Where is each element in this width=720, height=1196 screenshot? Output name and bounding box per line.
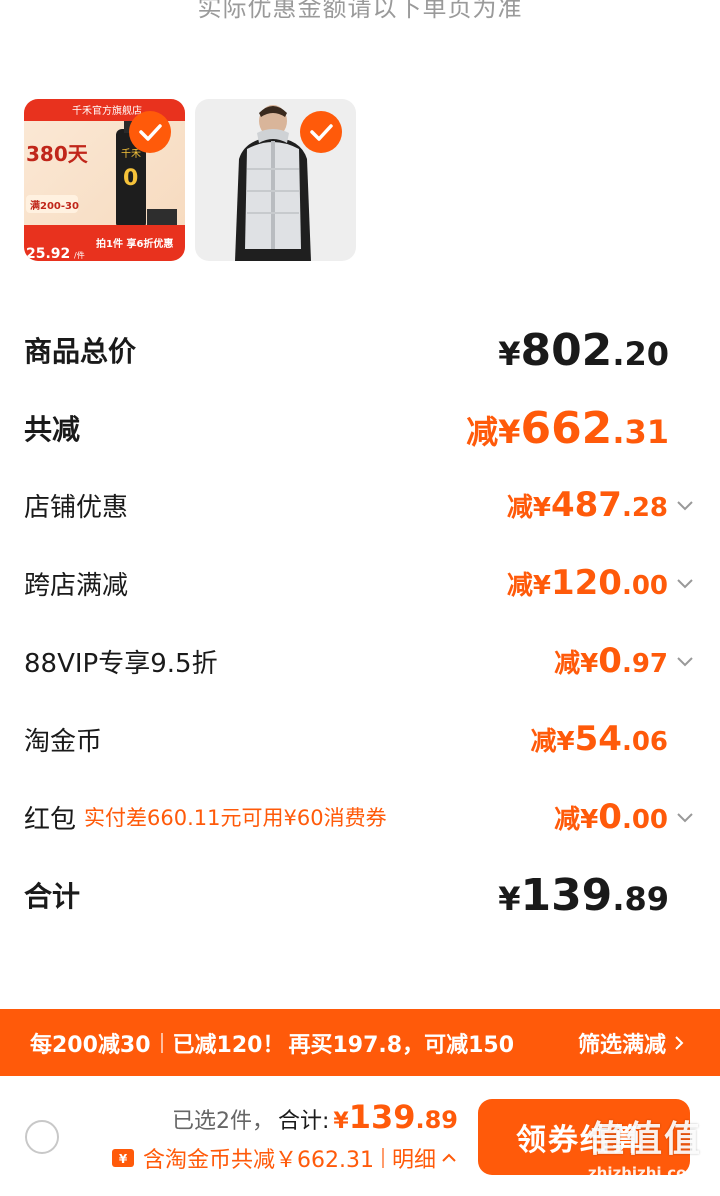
amount-decimal: .00 bbox=[621, 571, 668, 601]
product-thumb-qianhe[interactable]: 千禾官方旗舰店 380天 千禾 0 满200-30 25.92 /件 拍1件 享… bbox=[24, 99, 185, 261]
taojinbi-label: 淘金币 bbox=[24, 726, 103, 757]
currency-symbol: ¥ bbox=[333, 1109, 349, 1134]
amount-integer: 487 bbox=[550, 485, 622, 525]
divider bbox=[160, 1032, 163, 1053]
taojinbi-value: 减¥ 54 .06 bbox=[531, 719, 668, 759]
red-packet-label: 红包 bbox=[24, 804, 77, 835]
image-price-text: 25.92 bbox=[26, 246, 70, 261]
zero-text: 0 bbox=[123, 166, 138, 191]
discount-prefix: 减¥ bbox=[506, 493, 551, 523]
discount-prefix: 减¥ bbox=[554, 649, 599, 679]
currency-symbol: ¥ bbox=[498, 334, 521, 373]
total-decimal: .89 bbox=[415, 1106, 458, 1134]
discount-prefix: 减¥ bbox=[506, 571, 551, 601]
product-thumb-vest[interactable] bbox=[195, 99, 356, 261]
row-cross-store-discount[interactable]: 跨店满减 减¥ 120 .00 bbox=[24, 561, 696, 605]
selected-products: 千禾官方旗舰店 380天 千禾 0 满200-30 25.92 /件 拍1件 享… bbox=[24, 99, 356, 261]
total-price-label: 商品总价 bbox=[24, 335, 137, 368]
amount-integer: 139 bbox=[520, 869, 613, 921]
watermark-url: zhizhizhi.com bbox=[587, 1164, 703, 1182]
detail-toggle[interactable]: 明细 bbox=[392, 1142, 458, 1174]
selection-total: 已选2件， 合计: ¥ 139 .89 bbox=[172, 1098, 458, 1136]
amount-decimal: .28 bbox=[621, 493, 668, 523]
amount-integer: 802 bbox=[520, 324, 613, 376]
divider bbox=[381, 1148, 384, 1168]
image-offer-text: 拍1件 享6折优惠 bbox=[96, 237, 173, 250]
coupon-icon: ¥ bbox=[112, 1149, 134, 1167]
price-disclaimer: 实际优惠金额请以下单页为准 bbox=[197, 0, 523, 22]
amount-integer: 0 bbox=[598, 797, 622, 837]
promo-reduced: 已减120！ bbox=[172, 1032, 285, 1058]
site-watermark: 值值值 zhizhizhi.com bbox=[570, 1110, 720, 1182]
vip-discount-label: 88VIP专享9.5折 bbox=[24, 648, 218, 679]
watermark-cn: 值值值 bbox=[587, 1119, 702, 1160]
amount-integer: 54 bbox=[574, 719, 622, 759]
total-price-value: ¥ 802 .20 bbox=[498, 325, 669, 376]
amount-integer: 120 bbox=[550, 563, 622, 603]
amount-decimal: .20 bbox=[612, 334, 669, 373]
row-store-discount[interactable]: 店铺优惠 减¥ 487 .28 bbox=[24, 483, 696, 527]
discount-prefix: 减¥ bbox=[530, 727, 575, 757]
amount-decimal: .89 bbox=[612, 879, 669, 918]
select-all-radio[interactable] bbox=[25, 1120, 59, 1154]
chevron-down-icon[interactable] bbox=[674, 650, 696, 672]
store-discount-label: 店铺优惠 bbox=[24, 492, 129, 523]
chevron-up-icon bbox=[442, 1153, 456, 1162]
chevron-down-icon[interactable] bbox=[674, 806, 696, 828]
amount-integer: 662 bbox=[520, 402, 613, 454]
red-packet-value: 减¥ 0 .00 bbox=[554, 797, 668, 837]
row-88vip-discount[interactable]: 88VIP专享9.5折 减¥ 0 .97 bbox=[24, 639, 696, 683]
total-integer: 139 bbox=[348, 1098, 416, 1136]
chevron-down-icon[interactable] bbox=[674, 572, 696, 594]
row-total-discount: 共减 减¥ 662 .31 bbox=[24, 403, 696, 454]
vip-discount-value: 减¥ 0 .97 bbox=[554, 641, 668, 681]
total-discount-label: 共减 bbox=[24, 413, 81, 446]
filter-discount-link[interactable]: 筛选满减 bbox=[578, 1027, 686, 1059]
chevron-down-icon[interactable] bbox=[674, 494, 696, 516]
amount-decimal: .06 bbox=[621, 727, 668, 757]
row-taojinbi: 淘金币 减¥ 54 .06 bbox=[24, 717, 696, 761]
row-grand-total: 合计 ¥ 139 .89 bbox=[24, 870, 696, 921]
savings-text: 含淘金币共减￥662.31 bbox=[143, 1148, 374, 1173]
check-icon[interactable] bbox=[300, 111, 342, 153]
grand-total-label: 合计 bbox=[24, 880, 81, 913]
amount-decimal: .00 bbox=[621, 805, 668, 835]
total-label: 合计: bbox=[277, 1109, 330, 1134]
chevron-right-icon bbox=[675, 1035, 684, 1050]
days-text: 380天 bbox=[26, 142, 89, 166]
svg-text:¥: ¥ bbox=[119, 1152, 128, 1166]
discount-prefix: 减¥ bbox=[466, 412, 521, 451]
row-red-packet[interactable]: 红包 实付差660.11元可用¥60消费券 减¥ 0 .00 bbox=[24, 795, 696, 839]
detail-label: 明细 bbox=[391, 1148, 436, 1173]
coupon-text: 满200-30 bbox=[30, 199, 79, 212]
cross-store-promo-bar[interactable]: 每200减30 已减120！ 再买197.8，可减150 筛选满减 bbox=[0, 1009, 720, 1076]
filter-discount-label: 筛选满减 bbox=[577, 1032, 666, 1058]
amount-integer: 0 bbox=[598, 641, 622, 681]
image-price-unit: /件 bbox=[74, 250, 85, 260]
currency-symbol: ¥ bbox=[498, 879, 521, 918]
promo-rule: 每200减30 bbox=[30, 1032, 151, 1058]
red-packet-hint: 实付差660.11元可用¥60消费券 bbox=[84, 806, 387, 830]
selected-count: 已选2件， bbox=[171, 1109, 274, 1134]
promo-next-tier: 再买197.8，可减150 bbox=[288, 1032, 514, 1058]
amount-decimal: .31 bbox=[612, 412, 669, 451]
check-icon[interactable] bbox=[129, 111, 171, 153]
amount-decimal: .97 bbox=[621, 649, 668, 679]
grand-total-value: ¥ 139 .89 bbox=[498, 870, 669, 921]
store-discount-value: 减¥ 487 .28 bbox=[507, 485, 668, 525]
cross-store-discount-value: 减¥ 120 .00 bbox=[507, 563, 668, 603]
total-discount-value: 减¥ 662 .31 bbox=[466, 403, 669, 454]
cross-store-discount-label: 跨店满减 bbox=[24, 570, 129, 601]
row-total-price: 商品总价 ¥ 802 .20 bbox=[24, 325, 696, 376]
savings-line[interactable]: ¥ 含淘金币共减￥662.31 明细 bbox=[111, 1142, 458, 1174]
discount-prefix: 减¥ bbox=[554, 805, 599, 835]
